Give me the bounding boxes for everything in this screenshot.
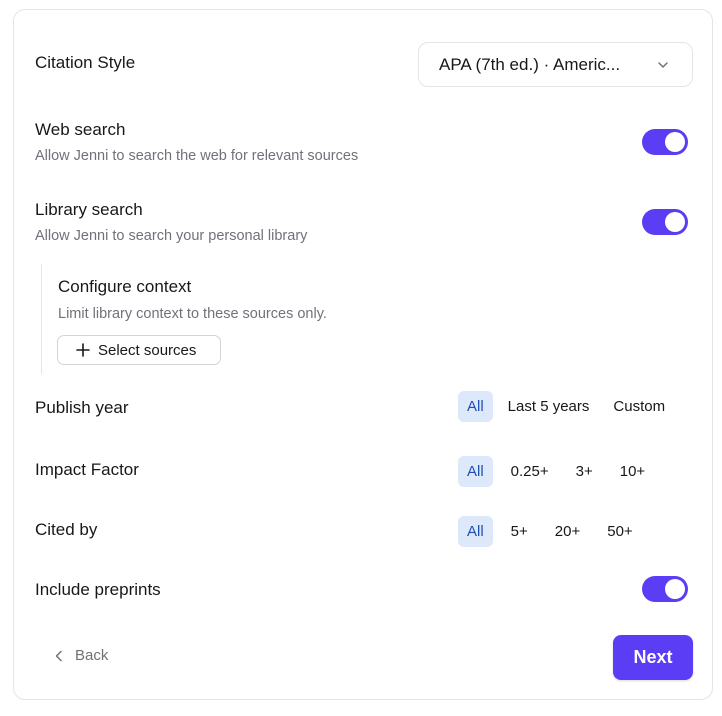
cited-by-label: Cited by	[35, 520, 98, 539]
chevron-left-icon	[55, 650, 62, 661]
cited-by-option-5[interactable]: 5+	[502, 516, 537, 547]
impact-factor-option-10[interactable]: 10+	[611, 456, 654, 487]
library-search-description: Allow Jenni to search your personal libr…	[35, 228, 308, 244]
back-label: Back	[75, 647, 109, 664]
next-button[interactable]: Next	[613, 635, 693, 680]
cited-by-option-all[interactable]: All	[458, 516, 493, 547]
settings-card: Citation Style APA (7th ed.) · Americ...…	[13, 9, 713, 700]
include-preprints-label: Include preprints	[35, 580, 161, 599]
impact-factor-option-all[interactable]: All	[458, 456, 493, 487]
include-preprints-toggle[interactable]	[642, 576, 688, 602]
cited-by-option-20[interactable]: 20+	[546, 516, 589, 547]
configure-context-title: Configure context	[58, 277, 192, 296]
library-search-toggle[interactable]	[642, 209, 688, 235]
citation-style-value: APA (7th ed.) · Americ...	[439, 54, 621, 74]
library-search-label: Library search	[35, 200, 143, 219]
citation-style-label: Citation Style	[35, 53, 136, 72]
publish-year-option-last-5-years[interactable]: Last 5 years	[499, 391, 599, 422]
publish-year-options: All Last 5 years Custom	[458, 391, 674, 422]
cited-by-option-50[interactable]: 50+	[598, 516, 641, 547]
impact-factor-option-0-25[interactable]: 0.25+	[502, 456, 558, 487]
context-divider	[41, 264, 42, 374]
chevron-down-icon	[658, 62, 668, 68]
publish-year-option-all[interactable]: All	[458, 391, 493, 422]
publish-year-label: Publish year	[35, 398, 129, 417]
toggle-knob	[665, 212, 685, 232]
toggle-knob	[665, 132, 685, 152]
web-search-description: Allow Jenni to search the web for releva…	[35, 148, 359, 164]
select-sources-label: Select sources	[98, 341, 197, 359]
web-search-toggle[interactable]	[642, 129, 688, 155]
impact-factor-options: All 0.25+ 3+ 10+	[458, 456, 654, 487]
publish-year-option-custom[interactable]: Custom	[604, 391, 674, 422]
impact-factor-label: Impact Factor	[35, 460, 139, 479]
plus-icon	[76, 343, 90, 357]
configure-context-description: Limit library context to these sources o…	[58, 306, 327, 322]
select-sources-button[interactable]: Select sources	[57, 335, 221, 365]
toggle-knob	[665, 579, 685, 599]
citation-style-dropdown[interactable]: APA (7th ed.) · Americ...	[418, 42, 693, 87]
cited-by-options: All 5+ 20+ 50+	[458, 516, 642, 547]
impact-factor-option-3[interactable]: 3+	[567, 456, 602, 487]
web-search-label: Web search	[35, 120, 126, 139]
back-button[interactable]: Back	[53, 647, 108, 664]
